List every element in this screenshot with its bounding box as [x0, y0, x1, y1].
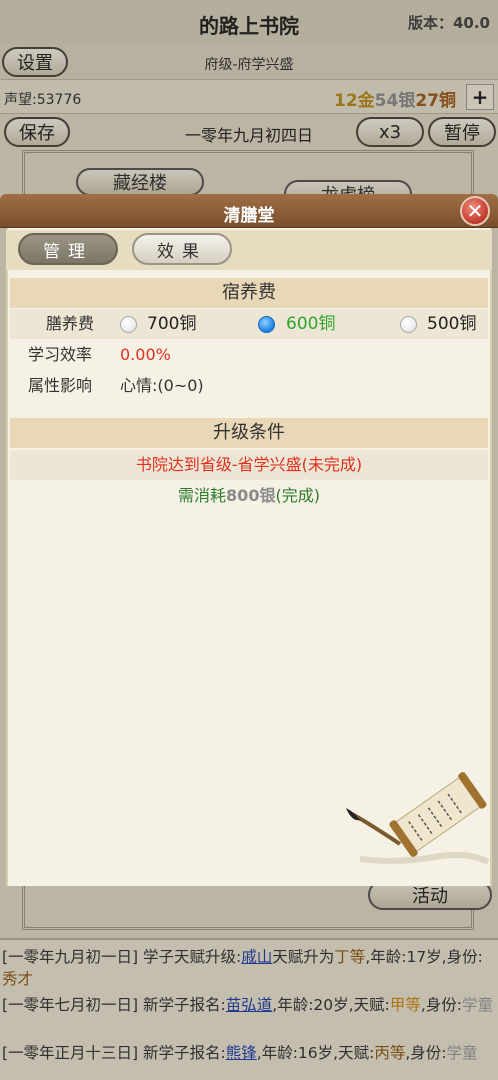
upgrade-section-title: 升级条件: [10, 418, 488, 448]
fee-option-700-radio[interactable]: [120, 316, 137, 333]
cost-amount: 800银: [226, 486, 276, 505]
fee-option-500[interactable]: 500铜: [427, 309, 476, 339]
fee-option-600-radio[interactable]: [258, 316, 275, 333]
fee-row: 膳养费 700铜 600铜 500铜: [10, 309, 488, 339]
attribute-label: 属性影响: [28, 376, 93, 395]
tab-bar: 管理 效果: [6, 230, 492, 270]
fee-option-500-radio[interactable]: [400, 316, 417, 333]
upgrade-condition-cost: 需消耗800银(完成): [178, 486, 320, 505]
dialog-title: 清膳堂: [223, 206, 275, 226]
efficiency-row: 学习效率 0.00%: [10, 340, 488, 370]
close-icon[interactable]: ✕: [460, 196, 490, 226]
scroll-brush-icon: [346, 772, 490, 865]
upgrade-condition-rank: 书院达到省级-省学兴盛(未完成): [10, 450, 488, 480]
attribute-row: 属性影响 心情:(0~0): [10, 371, 488, 401]
efficiency-value: 0.00%: [120, 345, 171, 364]
attribute-value: 心情:(0~0): [120, 376, 204, 395]
efficiency-label: 学习效率: [28, 345, 93, 364]
fee-label: 膳养费: [46, 314, 95, 333]
fee-option-600[interactable]: 600铜: [286, 309, 335, 339]
fee-option-700[interactable]: 700铜: [147, 309, 196, 339]
dialog-header: 清膳堂 ✕: [0, 194, 498, 228]
boarding-section-title: 宿养费: [10, 278, 488, 308]
tab-effect[interactable]: 效果: [132, 233, 232, 265]
building-dialog: 清膳堂 ✕ 管理 效果 宿养费 膳养费 700铜 600铜 500铜 学习效率 …: [0, 194, 498, 886]
tab-manage[interactable]: 管理: [18, 233, 118, 265]
